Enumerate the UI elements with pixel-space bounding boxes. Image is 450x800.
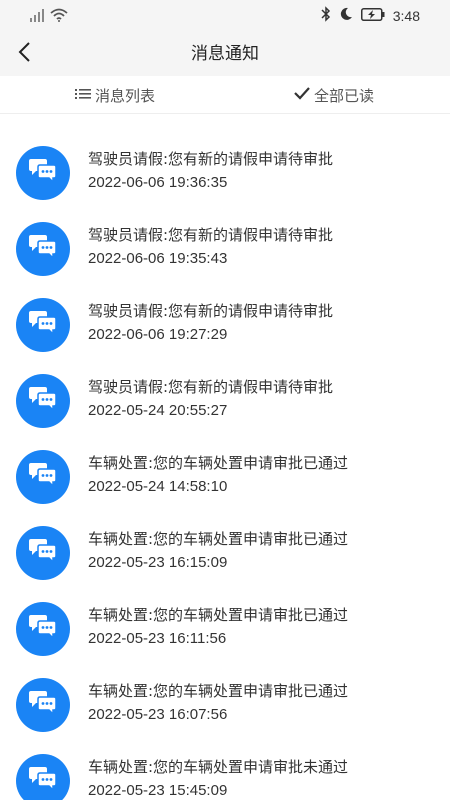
message-title: 车辆处置:您的车辆处置申请审批未通过 <box>88 758 349 776</box>
chat-bubbles-icon <box>27 386 59 416</box>
message-title: 车辆处置:您的车辆处置申请审批已通过 <box>88 454 349 472</box>
moon-icon <box>339 7 353 25</box>
message-avatar <box>16 526 70 580</box>
message-time: 2022-05-24 14:58:10 <box>88 478 228 495</box>
message-item[interactable]: 驾驶员请假:您有新的请假申请待审批 2022-06-06 19:27:29 <box>0 286 450 362</box>
message-item[interactable]: 驾驶员请假:您有新的请假申请待审批 2022-06-06 19:35:43 <box>0 210 450 286</box>
message-time: 2022-06-06 19:27:29 <box>88 326 228 343</box>
message-avatar <box>16 450 70 504</box>
status-left <box>30 7 68 26</box>
chat-bubbles-icon <box>27 234 59 264</box>
message-title: 车辆处置:您的车辆处置申请审批已通过 <box>88 606 349 624</box>
message-avatar <box>16 374 70 428</box>
page-title: 消息通知 <box>191 44 259 64</box>
message-time: 2022-05-23 16:07:56 <box>88 706 228 723</box>
back-button[interactable] <box>10 40 38 68</box>
status-bar: 3:48 <box>0 0 450 32</box>
chat-bubbles-icon <box>27 462 59 492</box>
message-time: 2022-06-06 19:36:35 <box>88 174 228 191</box>
list-icon <box>75 86 91 104</box>
message-title: 车辆处置:您的车辆处置申请审批已通过 <box>88 682 349 700</box>
chat-bubbles-icon <box>27 158 59 188</box>
status-right: 3:48 <box>321 6 420 26</box>
message-title: 驾驶员请假:您有新的请假申请待审批 <box>88 150 334 168</box>
message-item[interactable]: 车辆处置:您的车辆处置申请审批已通过 2022-05-23 16:11:56 <box>0 590 450 666</box>
message-time: 2022-05-24 20:55:27 <box>88 402 228 419</box>
action-bar: 消息列表 全部已读 <box>0 76 450 114</box>
message-time: 2022-05-23 15:45:09 <box>88 782 228 799</box>
message-avatar <box>16 754 70 800</box>
message-title: 驾驶员请假:您有新的请假申请待审批 <box>88 302 334 320</box>
message-list-button[interactable]: 消息列表 <box>75 76 155 114</box>
chat-bubbles-icon <box>27 310 59 340</box>
wifi-icon <box>50 7 68 26</box>
mark-all-read-button[interactable]: 全部已读 <box>294 76 374 114</box>
message-avatar <box>16 602 70 656</box>
message-item[interactable]: 车辆处置:您的车辆处置申请审批已通过 2022-05-24 14:58:10 <box>0 438 450 514</box>
message-item[interactable]: 驾驶员请假:您有新的请假申请待审批 2022-06-06 19:36:35 <box>0 134 450 210</box>
message-avatar <box>16 678 70 732</box>
header: 消息通知 <box>0 32 450 76</box>
message-title: 驾驶员请假:您有新的请假申请待审批 <box>88 378 334 396</box>
message-list-label: 消息列表 <box>95 86 156 105</box>
message-item[interactable]: 驾驶员请假:您有新的请假申请待审批 2022-05-24 20:55:27 <box>0 362 450 438</box>
battery-icon <box>360 7 385 25</box>
chat-bubbles-icon <box>27 538 59 568</box>
message-item[interactable]: 车辆处置:您的车辆处置申请审批已通过 2022-05-23 16:07:56 <box>0 666 450 742</box>
message-avatar <box>16 146 70 200</box>
status-time: 3:48 <box>392 8 420 24</box>
back-arrow-icon <box>17 41 31 67</box>
chat-bubbles-icon <box>27 766 59 796</box>
message-avatar <box>16 222 70 276</box>
message-avatar <box>16 298 70 352</box>
signal-icon <box>30 7 46 26</box>
mark-all-read-label: 全部已读 <box>314 86 375 105</box>
chat-bubbles-icon <box>27 614 59 644</box>
message-item[interactable]: 车辆处置:您的车辆处置申请审批未通过 2022-05-23 15:45:09 <box>0 742 450 800</box>
message-title: 车辆处置:您的车辆处置申请审批已通过 <box>88 530 349 548</box>
check-icon <box>294 86 310 104</box>
message-title: 驾驶员请假:您有新的请假申请待审批 <box>88 226 334 244</box>
message-list: 驾驶员请假:您有新的请假申请待审批 2022-06-06 19:36:35 驾驶… <box>0 134 450 800</box>
message-time: 2022-05-23 16:11:56 <box>88 630 227 647</box>
message-time: 2022-05-23 16:15:09 <box>88 554 228 571</box>
chat-bubbles-icon <box>27 690 59 720</box>
message-item[interactable]: 车辆处置:您的车辆处置申请审批已通过 2022-05-23 16:15:09 <box>0 514 450 590</box>
message-time: 2022-06-06 19:35:43 <box>88 250 228 267</box>
bluetooth-icon <box>321 6 331 26</box>
